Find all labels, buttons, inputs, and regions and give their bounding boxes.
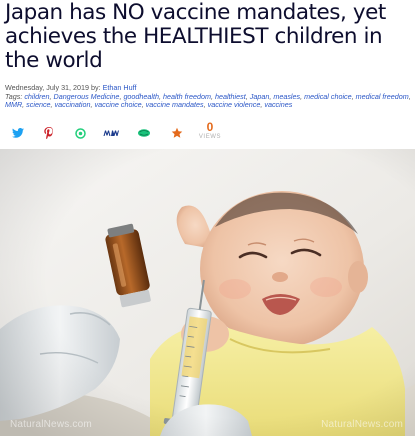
bookmark-share-button[interactable] bbox=[166, 124, 188, 142]
view-counter: 0 VIEWS bbox=[196, 121, 224, 141]
tag-link[interactable]: medical freedom bbox=[356, 92, 409, 101]
bookmark-star-icon bbox=[171, 127, 183, 138]
watermark-left: NaturalNews.com bbox=[10, 419, 92, 430]
gab-icon bbox=[74, 127, 86, 139]
article-meta: Wednesday, July 31, 2019 by: Ethan Huff … bbox=[5, 83, 413, 110]
article-page: Japan has NO vaccine mandates, yet achie… bbox=[0, 0, 415, 436]
gab-share-button[interactable] bbox=[69, 124, 91, 142]
mewe-icon bbox=[103, 130, 119, 136]
twitter-share-button[interactable] bbox=[7, 124, 29, 142]
baby-vaccine-photo bbox=[0, 149, 415, 436]
tag-list: Tags: children, Dangerous Medicine, good… bbox=[5, 91, 413, 110]
parler-share-button[interactable] bbox=[133, 124, 155, 142]
pinterest-icon bbox=[44, 127, 53, 139]
watermark-right: NaturalNews.com bbox=[321, 419, 403, 430]
hero-image: NaturalNews.com NaturalNews.com bbox=[0, 149, 415, 436]
tag-link[interactable]: vaccine choice bbox=[95, 100, 142, 109]
article-headline: Japan has NO vaccine mandates, yet achie… bbox=[5, 0, 386, 73]
tag-link[interactable]: vaccine violence bbox=[208, 100, 261, 109]
twitter-icon bbox=[12, 128, 24, 138]
views-label: VIEWS bbox=[198, 134, 222, 140]
mewe-share-button[interactable] bbox=[101, 124, 123, 142]
tag-links: children, Dangerous Medicine, goodhealth… bbox=[5, 91, 411, 110]
share-bar: 0 VIEWS bbox=[0, 120, 415, 146]
views-count: 0 bbox=[206, 120, 214, 134]
pinterest-share-button[interactable] bbox=[38, 124, 60, 142]
tag-link[interactable]: MMR bbox=[5, 100, 22, 109]
tag-link[interactable]: medical choice bbox=[304, 92, 352, 101]
tag-link[interactable]: vaccine mandates bbox=[146, 100, 204, 109]
tag-link[interactable]: science bbox=[26, 100, 50, 109]
parler-icon bbox=[138, 129, 150, 137]
tag-link[interactable]: vaccines bbox=[264, 100, 292, 109]
tag-link[interactable]: vaccination bbox=[55, 100, 91, 109]
